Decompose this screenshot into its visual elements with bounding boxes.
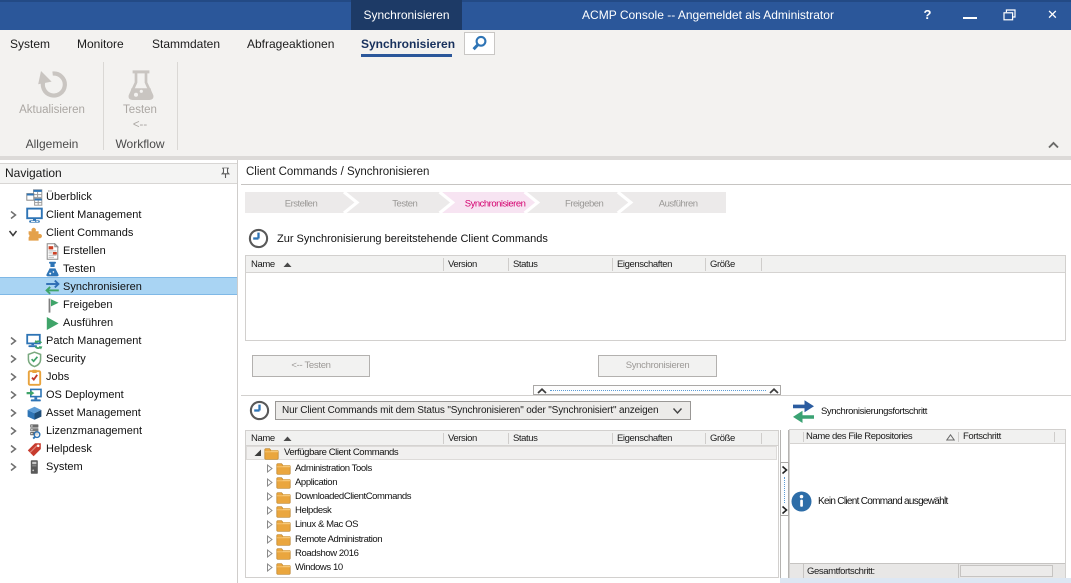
svg-text:Testen: Testen: [392, 199, 417, 210]
svg-text:Erstellen: Erstellen: [285, 199, 318, 210]
svg-text:Synchronisieren: Synchronisieren: [465, 199, 526, 210]
svg-text:Freigeben: Freigeben: [565, 199, 603, 210]
svg-text:Ausführen: Ausführen: [659, 199, 698, 210]
